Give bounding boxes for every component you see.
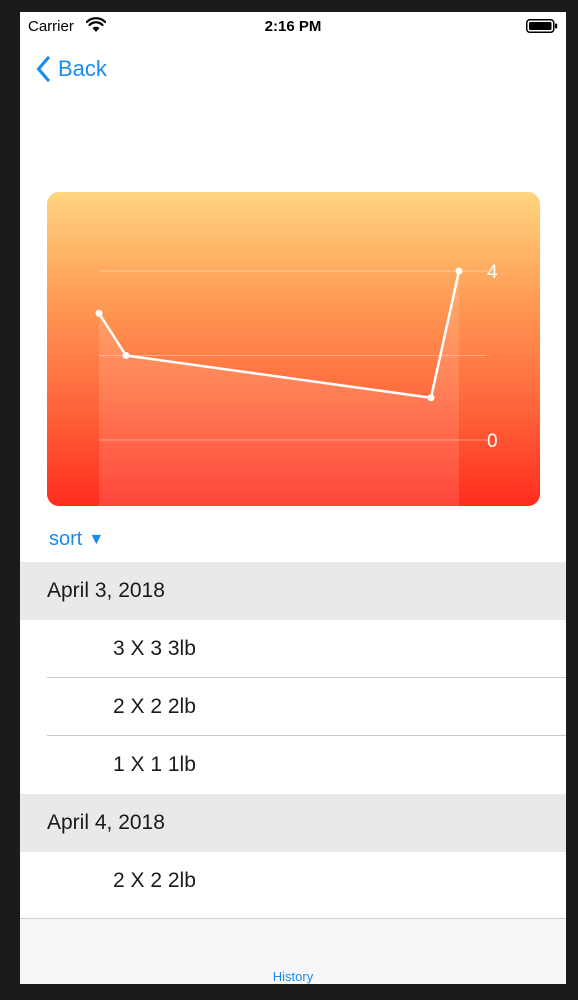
tab-bar: History [20, 918, 566, 984]
progress-chart: 04 [47, 192, 540, 506]
chart-point [95, 309, 103, 317]
back-button[interactable]: Back [36, 52, 107, 86]
sort-label: sort [49, 528, 83, 550]
back-label: Back [58, 56, 107, 81]
history-entry-row[interactable]: 2 X 2 2lb [20, 678, 566, 736]
history-entry-row[interactable]: 3 X 3 3lb [20, 620, 566, 678]
section-header-date: April 3, 2018 [20, 562, 566, 620]
app-screen: Carrier 2:16 PM Back 04 sort ▼ April 3, … [20, 12, 566, 984]
status-bar: Carrier 2:16 PM [20, 12, 566, 42]
sort-button[interactable]: sort ▼ [49, 528, 104, 551]
section-header-date: April 4, 2018 [20, 794, 566, 852]
history-entry-row[interactable]: 2 X 2 2lb [20, 852, 566, 910]
chevron-left-icon [36, 56, 50, 82]
chart-area [99, 271, 459, 506]
chart-y-tick-label: 4 [487, 262, 498, 283]
history-list: April 3, 2018 3 X 3 3lb 2 X 2 2lb 1 X 1 1lb… [20, 562, 566, 910]
status-time: 2:16 PM [264, 18, 322, 35]
line-chart: 04 [95, 262, 498, 506]
chart-y-tick-label: 0 [487, 431, 498, 452]
chart-point [455, 267, 463, 275]
chart-point [122, 352, 130, 359]
battery-icon [526, 19, 558, 33]
tab-history[interactable]: History [20, 969, 566, 984]
sort-down-icon: ▼ [88, 530, 105, 548]
history-entry-row[interactable]: 1 X 1 1lb [20, 736, 566, 794]
chart-point [427, 394, 435, 402]
